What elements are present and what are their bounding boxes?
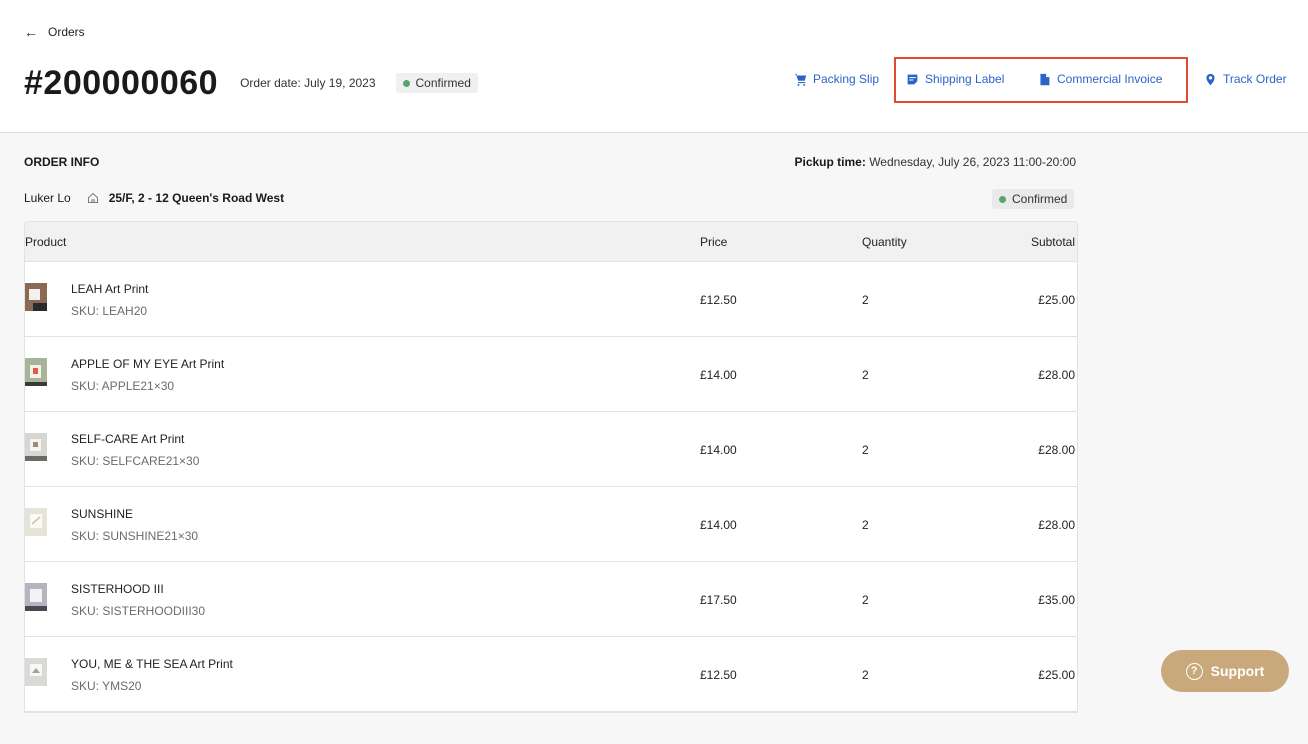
track-order-label: Track Order [1223,72,1287,86]
table-row: SISTERHOOD III SKU: SISTERHOODIII30 £17.… [25,562,1077,637]
table-row: APPLE OF MY EYE Art Print SKU: APPLE21×3… [25,337,1077,412]
table-header: Product Price Quantity Subtotal [25,222,1077,262]
support-button[interactable]: ? Support [1161,650,1289,692]
product-subtotal: £28.00 [1038,368,1075,382]
product-price: £14.00 [700,443,737,457]
product-name: SUNSHINE [71,507,134,521]
header-quantity: Quantity [862,235,907,249]
product-quantity: 2 [862,293,869,307]
products-table: Product Price Quantity Subtotal LEAH Art… [24,221,1078,713]
product-name: LEAH Art Print [71,282,149,296]
product-name: APPLE OF MY EYE Art Print [71,357,225,371]
product-quantity: 2 [862,443,869,457]
product-price: £14.00 [700,368,737,382]
info-status-label: Confirmed [1012,192,1068,206]
product-sku: SKU: SELFCARE21×30 [71,454,200,468]
product-name: SELF-CARE Art Print [71,432,185,446]
product-sku: SKU: YMS20 [71,679,142,693]
status-dot-icon [999,195,1006,203]
pickup-time: Pickup time: Wednesday, July 26, 2023 11… [794,155,1076,169]
product-subtotal: £28.00 [1038,443,1075,457]
product-subtotal: £25.00 [1038,293,1075,307]
product-name: SISTERHOOD III [71,582,164,596]
product-quantity: 2 [862,518,869,532]
product-name: YOU, ME & THE SEA Art Print [71,657,233,671]
table-row: YOU, ME & THE SEA Art Print SKU: YMS20 £… [25,637,1077,712]
product-sku: SKU: APPLE21×30 [71,379,175,393]
header-product: Product [25,235,67,249]
product-thumbnail [25,283,47,311]
arrow-left-icon: ← [24,24,38,40]
product-sku: SKU: SISTERHOODIII30 [71,604,206,618]
back-to-orders-link[interactable]: ← Orders [24,24,85,40]
pickup-value: Wednesday, July 26, 2023 11:00-20:00 [869,155,1076,169]
packing-slip-link[interactable]: Packing Slip [794,72,879,86]
product-thumbnail [25,658,47,686]
product-subtotal: £28.00 [1038,518,1075,532]
product-thumbnail [25,583,47,611]
order-info-heading: ORDER INFO [24,155,100,169]
product-sku: SKU: LEAH20 [71,304,148,318]
product-price: £14.00 [700,518,737,532]
customer-info: Luker Lo 25/F, 2 - 12 Queen's Road West [24,191,284,205]
product-quantity: 2 [862,668,869,682]
product-subtotal: £25.00 [1038,668,1075,682]
info-status-badge: Confirmed [992,189,1075,209]
help-circle-icon: ? [1185,662,1203,680]
cart-icon [794,73,807,86]
track-order-link[interactable]: Track Order [1204,72,1287,86]
back-label: Orders [48,25,85,39]
product-sku: SKU: SUNSHINE21×30 [71,529,199,543]
product-subtotal: £35.00 [1038,593,1075,607]
table-row: SELF-CARE Art Print SKU: SELFCARE21×30 £… [25,412,1077,487]
home-icon [87,192,98,203]
product-quantity: 2 [862,593,869,607]
product-quantity: 2 [862,368,869,382]
location-pin-icon [1206,73,1215,85]
product-thumbnail [25,433,47,461]
product-thumbnail [25,508,47,536]
product-price: £12.50 [700,293,737,307]
packing-slip-label: Packing Slip [813,72,880,86]
product-price: £17.50 [700,593,737,607]
table-row: SUNSHINE SKU: SUNSHINE21×30 £14.00 2 £28… [25,487,1077,562]
customer-name: Luker Lo [24,191,71,205]
pickup-label: Pickup time: [794,155,866,169]
product-price: £12.50 [700,668,737,682]
support-label: Support [1210,663,1265,679]
table-row: LEAH Art Print SKU: LEAH20 £12.50 2 £25.… [25,262,1077,337]
product-thumbnail [25,358,47,386]
highlight-box [894,57,1188,103]
header-price: Price [700,235,728,249]
header-subtotal: Subtotal [1030,235,1075,249]
customer-address: 25/F, 2 - 12 Queen's Road West [108,191,285,205]
